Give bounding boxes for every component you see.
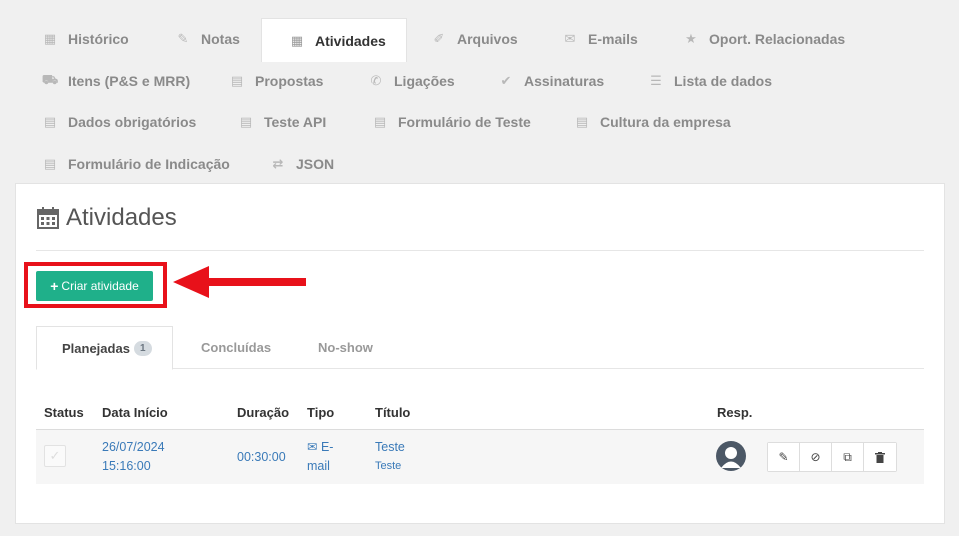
phone-icon: ✆ [370, 73, 382, 88]
paperclip-icon: ✐ [433, 31, 445, 46]
tab-label: JSON [296, 156, 335, 172]
activity-status-tabs: Planejadas 1 Concluídas No-show [36, 326, 924, 370]
calendar-icon: ▦ [290, 32, 304, 48]
count-badge: 1 [133, 340, 152, 356]
tab-label: Planejadas [62, 340, 130, 356]
tab-notas[interactable]: ✎ Notas [176, 18, 240, 60]
page-title-text: Atividades [66, 204, 177, 231]
trash-icon [875, 451, 885, 463]
create-activity-label: Criar atividade [61, 279, 139, 293]
tab-cultura-da-empresa[interactable]: ▤ Cultura da empresa [575, 101, 731, 143]
check-circle-icon: ✔ [500, 73, 512, 88]
duplicate-button[interactable]: ⧉ [832, 443, 864, 471]
tab-label: Arquivos [457, 31, 518, 47]
activity-subtitle: Teste [375, 460, 402, 472]
tab-json[interactable]: ⇄ JSON [271, 143, 335, 185]
ban-icon: ⊘ [810, 450, 821, 464]
star-icon: ★ [685, 31, 697, 46]
user-icon [721, 447, 741, 468]
tab-arquivos[interactable]: ✐ Arquivos [432, 18, 518, 60]
activity-title[interactable]: Teste Teste [375, 438, 405, 476]
table-row: ✓ 26/07/2024 15:16:00 00:30:00 ✉ E- mail… [36, 430, 924, 484]
tab-label: Itens (P&S e MRR) [68, 73, 191, 89]
type-line-2: mail [307, 459, 330, 473]
duration: 00:30:00 [237, 450, 286, 464]
tab-label: Assinaturas [524, 73, 605, 89]
envelope-icon: ✉ [564, 31, 576, 46]
tab-label: E-mails [588, 31, 638, 47]
tab-label: Propostas [255, 73, 324, 89]
tab-label: Histórico [68, 31, 129, 47]
exchange-icon: ⇄ [272, 156, 284, 171]
tab-atividades[interactable]: ▦ Atividades [261, 18, 407, 62]
divider [36, 250, 924, 251]
pencil-icon: ✎ [778, 450, 789, 464]
create-activity-button[interactable]: + Criar atividade [36, 271, 153, 301]
tab-label: Oport. Relacionadas [709, 31, 846, 47]
row-actions: ✎ ⊘ ⧉ [767, 442, 897, 472]
calendar-icon [36, 206, 60, 230]
header-tipo: Tipo [307, 405, 335, 420]
tab-label: Formulário de Teste [398, 114, 531, 130]
list-icon: ☰ [650, 73, 662, 88]
tab-itens[interactable]: ⛟ Itens (P&S e MRR) [41, 60, 191, 102]
activity-title-text: Teste [375, 440, 405, 454]
cart-icon: ⛟ [41, 72, 59, 87]
calendar-icon: ▦ [43, 31, 57, 46]
tab-historico[interactable]: ▦ Histórico [43, 18, 129, 60]
tab-label: Ligações [394, 73, 455, 89]
activities-panel: Atividades + Criar atividade Planejadas 1… [15, 183, 945, 524]
plus-icon: + [50, 278, 59, 294]
tab-label: Concluídas [201, 340, 272, 355]
copy-icon: ⧉ [843, 449, 852, 464]
header-data-inicio: Data Início [102, 405, 168, 420]
activity-type: ✉ E- mail [307, 438, 333, 476]
start-date[interactable]: 26/07/2024 15:16:00 [102, 438, 165, 476]
tab-label: Atividades [315, 32, 386, 49]
tab-formulario-de-indicacao[interactable]: ▤ Formulário de Indicação [43, 143, 230, 185]
tab-teste-api[interactable]: ▤ Teste API [239, 101, 326, 143]
tab-formulario-de-teste[interactable]: ▤ Formulário de Teste [373, 101, 531, 143]
cancel-button[interactable]: ⊘ [800, 443, 832, 471]
header-resp: Resp. [717, 405, 753, 420]
header-duracao: Duração [237, 405, 290, 420]
envelope-icon: ✉ [307, 440, 318, 454]
document-icon: ▤ [239, 114, 253, 129]
tab-assinaturas[interactable]: ✔ Assinaturas [499, 60, 605, 102]
document-icon: ▤ [575, 114, 589, 129]
document-icon: ▤ [230, 73, 244, 88]
document-icon: ▤ [373, 114, 387, 129]
tab-label: Formulário de Indicação [68, 156, 230, 172]
type-line-1: E- [320, 440, 334, 454]
tab-label: Cultura da empresa [600, 114, 731, 130]
arrow-annotation [173, 266, 306, 298]
tab-label: No-show [318, 340, 373, 355]
tab-oport-relacionadas[interactable]: ★ Oport. Relacionadas [684, 18, 845, 60]
tab-ligacoes[interactable]: ✆ Ligações [369, 60, 455, 102]
document-icon: ▤ [43, 156, 57, 171]
delete-button[interactable] [864, 443, 896, 471]
tab-lista-de-dados[interactable]: ☰ Lista de dados [649, 60, 772, 102]
tab-no-show[interactable]: No-show [318, 326, 373, 369]
tab-label: Lista de dados [674, 73, 773, 89]
avatar[interactable] [716, 441, 746, 471]
tab-label: Dados obrigatórios [68, 114, 197, 130]
page-title: Atividades [36, 204, 177, 232]
tab-emails[interactable]: ✉ E-mails [563, 18, 638, 60]
header-status: Status [44, 405, 84, 420]
edit-button[interactable]: ✎ [768, 443, 800, 471]
tab-label: Teste API [264, 114, 327, 130]
tab-propostas[interactable]: ▤ Propostas [230, 60, 324, 102]
tab-concluidas[interactable]: Concluídas [201, 326, 271, 369]
start-date-time: 15:16:00 [102, 459, 151, 473]
tab-label: Notas [201, 31, 240, 47]
start-date-day: 26/07/2024 [102, 440, 165, 454]
tab-dados-obrigatorios[interactable]: ▤ Dados obrigatórios [43, 101, 197, 143]
document-icon: ▤ [43, 114, 57, 129]
status-checkbox[interactable]: ✓ [44, 445, 66, 467]
tab-planejadas[interactable]: Planejadas 1 [36, 326, 173, 370]
edit-icon: ✎ [177, 31, 189, 46]
header-titulo: Título [375, 405, 411, 420]
